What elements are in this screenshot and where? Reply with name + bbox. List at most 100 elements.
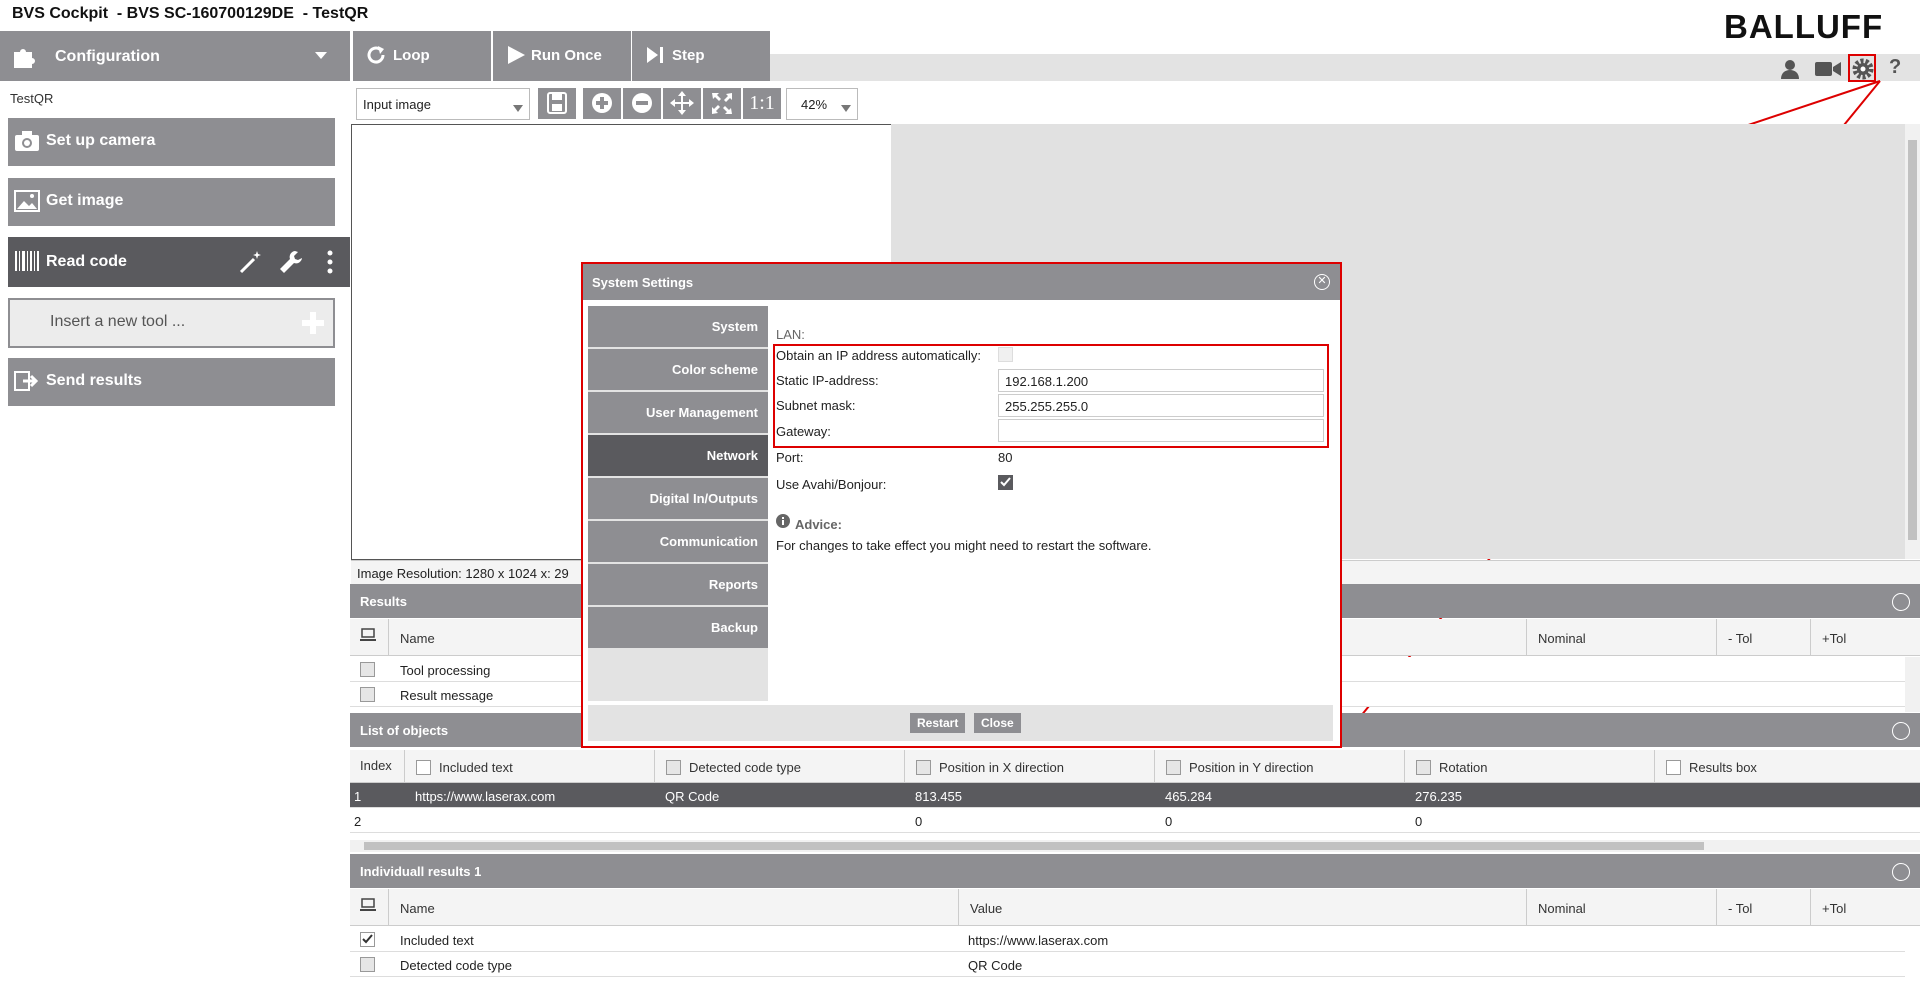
chevron-down-icon (841, 100, 851, 115)
close-icon[interactable]: ✕ (1314, 274, 1330, 290)
individual-value: https://www.laserax.com (968, 933, 1109, 948)
row-checkbox[interactable] (360, 957, 375, 972)
object-row-selected[interactable]: 1 https://www.laserax.com QR Code 813.45… (350, 783, 1920, 808)
plus-icon (302, 312, 324, 337)
nav-reports[interactable]: Reports (588, 564, 768, 605)
canvas-scrollbar[interactable] (1905, 124, 1920, 559)
individual-column-header: Name Value Nominal - Tol +Tol (350, 889, 1920, 926)
nav-system[interactable]: System (588, 306, 768, 347)
col-checkbox[interactable] (666, 760, 681, 775)
gateway-label: Gateway: (776, 424, 831, 439)
col-checkbox[interactable] (1666, 760, 1681, 775)
move-icon[interactable] (663, 88, 701, 119)
save-image-button[interactable] (538, 88, 576, 119)
results-scrollbar[interactable] (1905, 657, 1920, 712)
col-value: Value (970, 901, 1003, 916)
col-code-type: Detected code type (689, 760, 802, 775)
dialog-header[interactable]: System Settings ✕ (583, 264, 1340, 300)
gateway-input[interactable] (998, 419, 1324, 442)
chevron-down-icon (513, 100, 523, 115)
col-index: Index (360, 758, 392, 773)
row-checkbox[interactable] (360, 687, 375, 702)
col-checkbox[interactable] (416, 760, 431, 775)
static-ip-input[interactable]: 192.168.1.200 (998, 369, 1324, 392)
image-icon (14, 190, 40, 215)
object-rotation: 276.235 (1415, 789, 1462, 804)
insert-tool-button[interactable]: Insert a new tool ... (8, 298, 335, 348)
fit-icon[interactable] (703, 88, 741, 119)
result-name: Tool processing (400, 663, 491, 678)
nav-user-management[interactable]: User Management (588, 392, 768, 433)
col-name: Name (400, 901, 435, 916)
get-image-button[interactable]: Get image (8, 178, 335, 226)
nav-digital-io[interactable]: Digital In/Outputs (588, 478, 768, 519)
col-checkbox[interactable] (916, 760, 931, 775)
set-up-camera-label: Set up camera (46, 132, 156, 149)
monitor-icon (360, 628, 376, 645)
nav-network[interactable]: Network (588, 435, 768, 476)
objects-column-header: Index Included text Detected code type P… (350, 750, 1920, 786)
more-vertical-icon[interactable] (326, 249, 334, 278)
zoom-in-button[interactable] (583, 88, 621, 119)
restart-button[interactable]: Restart (910, 713, 966, 733)
objects-hscrollbar[interactable] (350, 840, 1920, 852)
col-plus-tol: +Tol (1822, 901, 1847, 916)
col-results-box: Results box (1689, 760, 1757, 775)
port-label: Port: (776, 450, 804, 465)
row-checkbox-checked[interactable] (360, 932, 375, 947)
zoom-value: 42% (801, 97, 828, 112)
individual-results-header[interactable]: Individuall results 1 (350, 854, 1920, 888)
object-text: https://www.laserax.com (415, 789, 556, 804)
avahi-label: Use Avahi/Bonjour: (776, 477, 887, 492)
static-ip-label: Static IP-address: (776, 373, 879, 388)
individual-name: Included text (400, 933, 474, 948)
col-rotation: Rotation (1439, 760, 1488, 775)
read-code-label: Read code (46, 253, 127, 270)
object-index: 2 (354, 814, 362, 829)
one-to-one-button[interactable]: 1:1 (743, 88, 781, 119)
table-row[interactable]: Detected code type QR Code (350, 952, 1905, 977)
zoom-out-button[interactable] (623, 88, 661, 119)
port-value: 80 (998, 450, 1013, 465)
wrench-icon[interactable] (278, 249, 304, 278)
advice-text: For changes to take effect you might nee… (776, 538, 1152, 553)
image-resolution: Image Resolution: 1280 x 1024 x: 29 (357, 566, 569, 581)
table-row[interactable]: Included text https://www.laserax.com (350, 927, 1905, 952)
set-up-camera-button[interactable]: Set up camera (8, 118, 335, 166)
collapse-icon[interactable] (1892, 722, 1910, 740)
image-source-select[interactable]: Input image (356, 88, 530, 120)
avahi-checkbox[interactable] (998, 475, 1013, 490)
object-rotation: 0 (1415, 814, 1423, 829)
col-plus-tol: +Tol (1822, 631, 1847, 646)
nav-backup[interactable]: Backup (588, 607, 768, 648)
barcode-icon (14, 250, 40, 275)
col-nominal: Nominal (1538, 901, 1586, 916)
nav-color-scheme[interactable]: Color scheme (588, 349, 768, 390)
col-checkbox[interactable] (1416, 760, 1431, 775)
subnet-mask-label: Subnet mask: (776, 398, 856, 413)
read-code-tool[interactable]: Read code (8, 237, 350, 287)
info-icon (776, 514, 790, 531)
object-x: 813.455 (915, 789, 962, 804)
insert-tool-label: Insert a new tool ... (50, 313, 186, 330)
nav-communication[interactable]: Communication (588, 521, 768, 562)
magic-wand-icon[interactable] (238, 249, 264, 278)
row-checkbox[interactable] (360, 662, 375, 677)
obtain-ip-checkbox[interactable] (998, 347, 1013, 362)
col-minus-tol: - Tol (1728, 901, 1753, 916)
subnet-mask-input[interactable]: 255.255.255.0 (998, 394, 1324, 417)
object-row[interactable]: 2 0 0 0 (350, 808, 1920, 833)
obtain-ip-label: Obtain an IP address automatically: (776, 348, 981, 363)
collapse-icon[interactable] (1892, 593, 1910, 611)
dialog-title: System Settings (592, 275, 694, 290)
send-results-button[interactable]: Send results (8, 358, 335, 406)
system-settings-dialog: System Settings ✕ System Color scheme Us… (581, 262, 1342, 748)
image-source-value: Input image (363, 97, 431, 112)
lan-section-label: LAN: (776, 327, 805, 342)
export-icon (14, 370, 40, 395)
zoom-select[interactable]: 42% (786, 88, 858, 120)
col-checkbox[interactable] (1166, 760, 1181, 775)
close-button[interactable]: Close (974, 713, 1021, 733)
collapse-icon[interactable] (1892, 863, 1910, 881)
col-minus-tol: - Tol (1728, 631, 1753, 646)
